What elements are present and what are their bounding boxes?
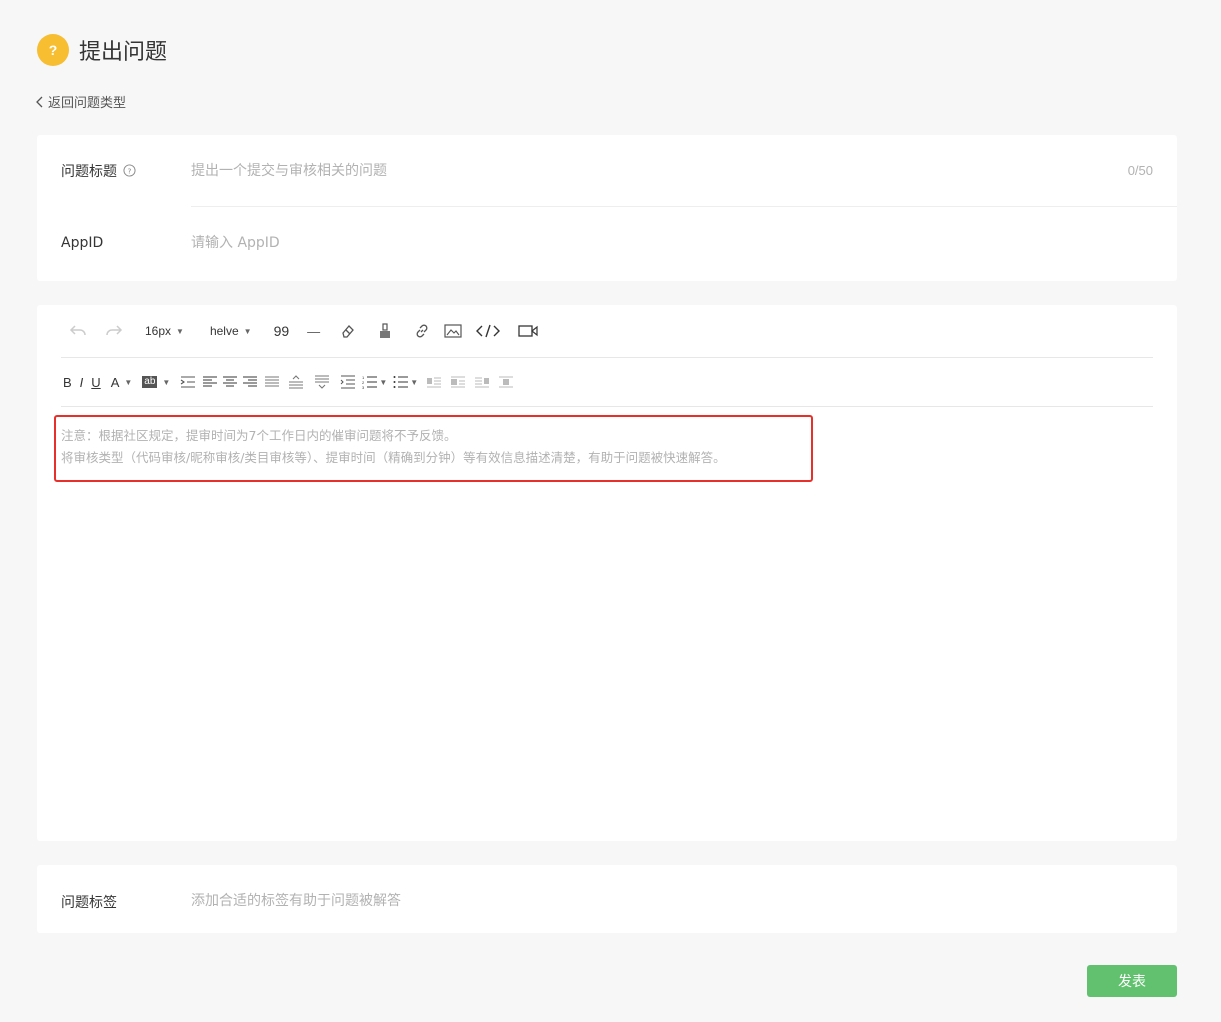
align-right-button[interactable] [242,375,258,389]
line-spacing-button[interactable] [340,375,356,389]
appid-label: AppID [61,235,104,251]
indent-button[interactable] [180,375,196,389]
video-icon [518,325,538,337]
image-button[interactable] [444,324,462,338]
caret-down-icon: ▼ [176,326,184,336]
quote-button[interactable]: 99 [274,323,290,339]
question-icon: ? [37,34,69,66]
font-color-button[interactable]: A ▼ [111,375,133,390]
title-label: 问题标题 ? [61,161,136,181]
horizontal-rule-button[interactable]: — [307,324,320,339]
link-button[interactable] [414,323,430,339]
svg-text:3: 3 [362,385,365,389]
title-row: 问题标题 ? 0/50 [61,135,1177,207]
publish-button[interactable]: 发表 [1087,965,1177,997]
back-link[interactable]: 返回问题类型 [35,92,126,111]
question-glyph: ? [48,42,58,58]
redo-button[interactable] [105,324,123,338]
align-justify-icon [265,376,280,387]
line-height-up-button[interactable] [288,375,304,389]
ordered-list-icon: 123 [362,375,378,389]
bold-button[interactable]: B [63,375,72,390]
float-center-icon [499,376,514,388]
video-button[interactable] [518,324,538,338]
unordered-list-button[interactable]: ▼ [393,375,418,389]
horizontal-rule-glyph: — [307,323,321,339]
line-height-down-button[interactable] [314,375,330,389]
align-left-icon [203,376,218,387]
tags-card: 问题标签 添加合适的标签有助于问题被解答 [37,865,1177,933]
align-left-button[interactable] [202,375,218,389]
caret-down-icon: ▼ [410,377,419,387]
help-circle-icon[interactable]: ? [123,164,136,177]
float-none-icon [451,376,466,388]
title-label-text: 问题标题 [61,163,117,180]
underline-glyph: U [91,374,101,390]
undo-button[interactable] [69,324,87,338]
undo-icon [69,325,86,336]
highlight-annotation-box [54,415,813,482]
line-spacing-icon [340,375,356,389]
float-center-button[interactable] [498,375,514,389]
page-header: ? 提出问题 [37,34,167,66]
float-right-icon [475,377,490,388]
title-input[interactable] [191,135,1177,207]
align-right-icon [243,376,258,387]
quote-glyph: 99 [273,323,290,339]
eraser-button[interactable] [340,323,356,339]
caret-down-icon: ▼ [124,377,133,387]
chevron-left-icon [36,96,43,107]
float-left-button[interactable] [426,375,442,389]
float-none-button[interactable] [450,375,466,389]
appid-input[interactable] [191,207,1153,279]
editor-toolbar-primary: 16px ▼ helve ▼ 99 — [61,305,1153,358]
tags-label: 问题标签 [61,895,117,911]
spacing-before-icon [289,375,304,389]
basic-info-card: 问题标题 ? 0/50 AppID [37,135,1177,281]
appid-row: AppID [37,207,1177,279]
editor-card: 16px ▼ helve ▼ 99 — B I U A ▼ ab ▼ 1 2 3… [37,305,1177,841]
italic-button[interactable]: I [80,375,84,390]
align-center-icon [223,376,238,387]
background-color-button[interactable]: ab ▼ [142,376,170,388]
float-right-button[interactable] [474,375,490,389]
format-painter-icon [380,323,391,338]
font-size-select[interactable]: 16px ▼ [145,324,184,338]
redo-icon [106,325,123,336]
indent-icon [181,376,196,388]
spacing-after-icon [315,375,330,389]
font-family-select[interactable]: helve ▼ [210,324,252,338]
unordered-list-icon [393,376,409,388]
tags-input[interactable]: 添加合适的标签有助于问题被解答 [191,890,401,910]
background-color-glyph: ab [142,376,158,388]
align-justify-button[interactable] [264,375,280,389]
float-left-icon [427,377,442,388]
image-icon [444,324,462,338]
editor-toolbar-secondary: B I U A ▼ ab ▼ 1 2 3 ▼ ▼ [61,358,1153,407]
page-title: 提出问题 [79,40,168,65]
back-link-label: 返回问题类型 [48,96,127,111]
svg-text:?: ? [128,166,132,175]
caret-down-icon: ▼ [243,326,252,336]
font-color-glyph: A [110,374,120,390]
code-button[interactable] [476,324,501,338]
code-icon [476,324,501,338]
title-char-counter: 0/50 [1127,163,1153,178]
caret-down-icon: ▼ [379,377,388,387]
format-painter-button[interactable] [378,323,392,339]
ordered-list-button[interactable]: 123 ▼ [362,375,387,389]
page: ? 提出问题 返回问题类型 问题标题 ? 0/50 AppID [0,0,1221,1022]
underline-button[interactable]: U [91,375,100,390]
font-family-value: helve [209,324,239,338]
align-center-button[interactable] [222,375,238,389]
italic-glyph: I [79,374,84,390]
eraser-icon [342,325,355,338]
caret-down-icon: ▼ [162,377,171,387]
link-icon [416,324,428,338]
font-size-value: 16px [145,324,172,338]
bold-glyph: B [63,374,72,390]
